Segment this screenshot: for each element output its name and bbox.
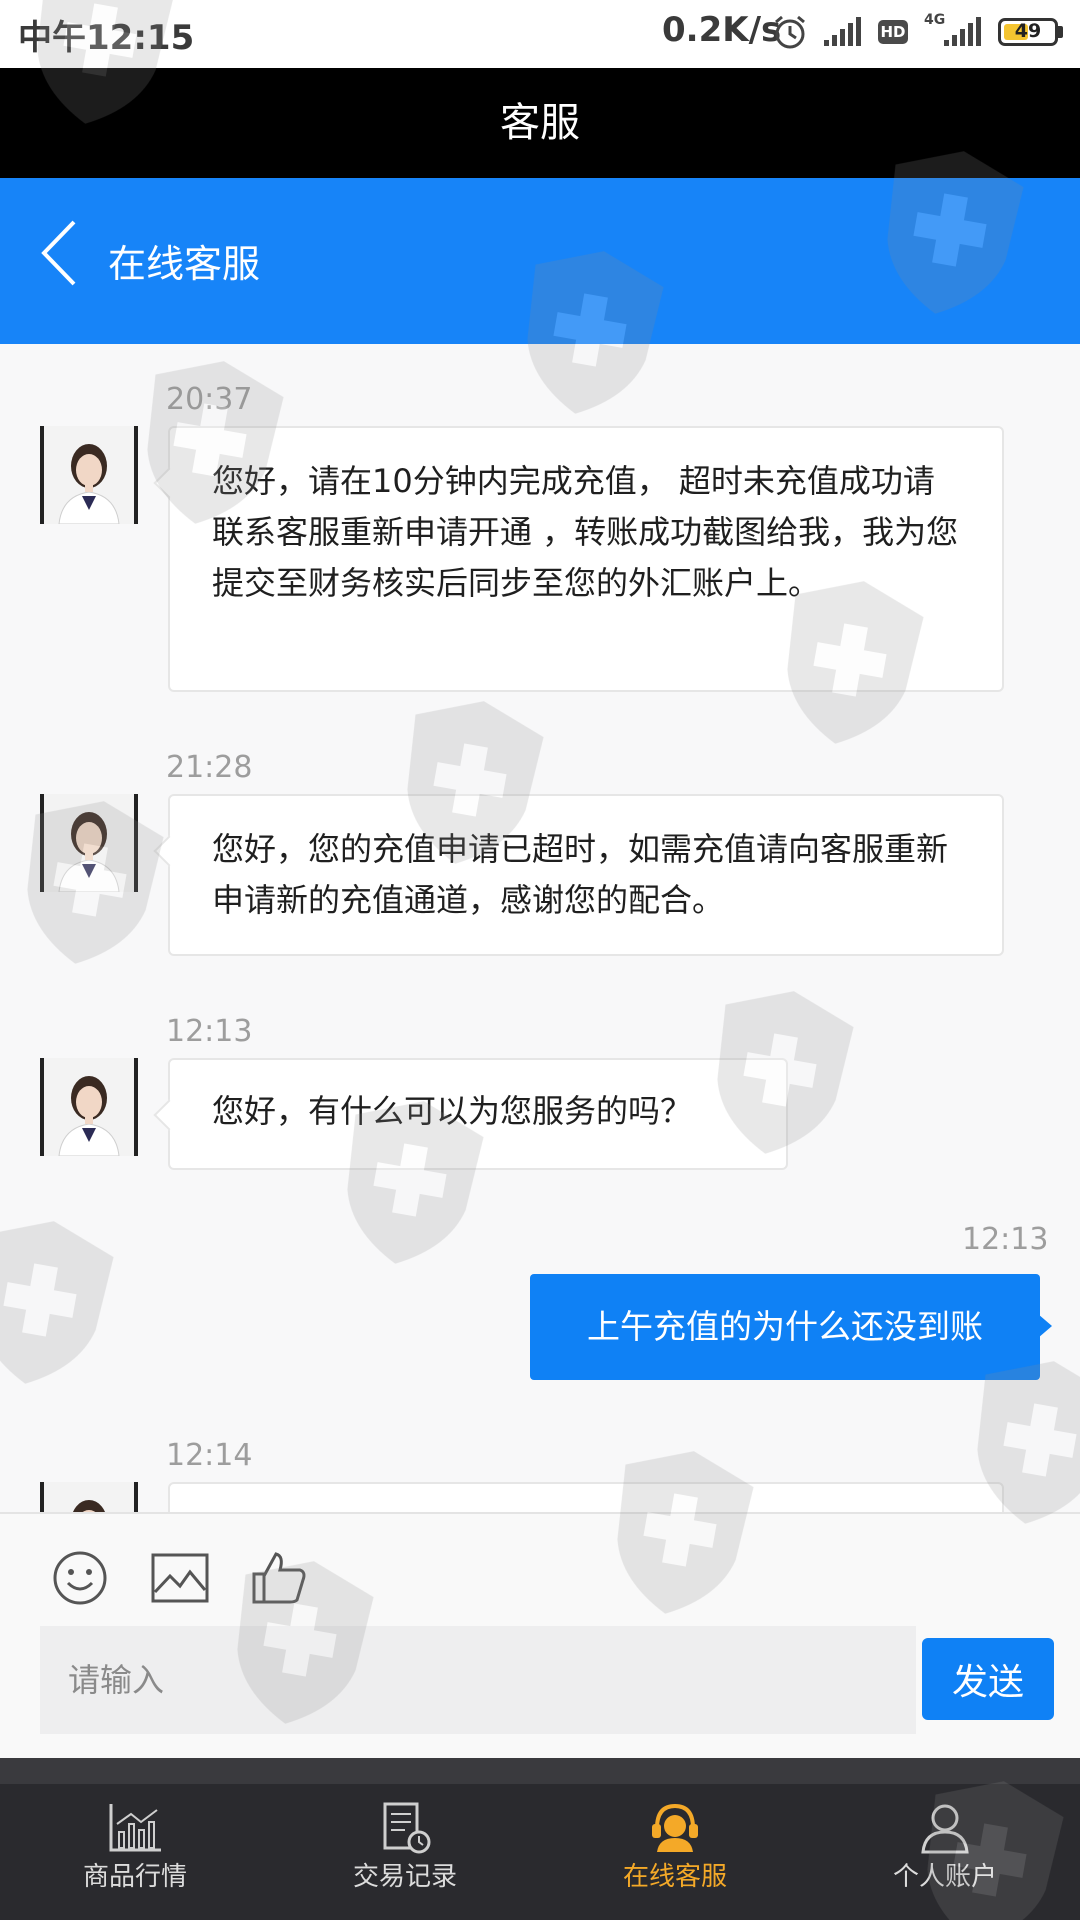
agent-avatar-image <box>44 794 134 892</box>
message-input[interactable] <box>40 1626 916 1734</box>
status-bar: 中午12:15 0.2K/s HD 4G 49 <box>0 0 1080 68</box>
message-bubble-incoming: 您好，有什么可以为您服务的吗？ <box>168 1058 788 1170</box>
message-text: 您好，有什么可以为您服务的吗？ <box>212 1092 693 1130</box>
message-bubble-outgoing: 上午充值的为什么还没到账 <box>530 1274 1052 1380</box>
signal-icon <box>824 17 861 46</box>
send-button[interactable]: 发送 <box>922 1638 1054 1720</box>
message-bubble-incoming: 您好，您的充值申请已超时，如需充值请向客服重新申请新的充值通道，感谢您的配合。 <box>168 794 1004 956</box>
agent-avatar-image <box>44 426 134 524</box>
alarm-icon <box>775 15 805 49</box>
customer-service-icon <box>652 1803 698 1852</box>
message-list[interactable]: 20:37 您好，请在10分钟内完成充值， 超时未充值成功请联系客服重新申请开通… <box>0 344 1080 1512</box>
message-bubble-incoming: 您好，请在10分钟内完成充值， 超时未充值成功请联系客服重新申请开通 ，转账成功… <box>168 426 1004 692</box>
nav-label: 个人账户 <box>892 1862 997 1892</box>
nav-label: 交易记录 <box>352 1862 457 1892</box>
message-bubble-incoming <box>168 1482 1004 1512</box>
input-area: 发送 <box>0 1512 1080 1758</box>
message-timestamp: 21:28 <box>166 750 253 785</box>
back-button[interactable] <box>38 218 98 298</box>
message-text: 上午充值的为什么还没到账 <box>587 1307 983 1346</box>
agent-avatar-image <box>44 1482 134 1512</box>
nav-item-account[interactable]: 个人账户 <box>810 1784 1080 1920</box>
nav-item-records[interactable]: 交易记录 <box>270 1784 540 1920</box>
message-timestamp: 12:14 <box>166 1438 253 1473</box>
agent-avatar <box>40 794 138 892</box>
image-icon[interactable] <box>150 1550 210 1606</box>
hd-badge: HD <box>878 20 908 44</box>
chevron-left-icon <box>41 220 76 286</box>
battery-level: 49 <box>1014 20 1042 42</box>
emoji-icon[interactable] <box>52 1550 108 1606</box>
app-title-bar: 客服 <box>0 68 1080 178</box>
message-text: 您好，请在10分钟内完成充值， 超时未充值成功请联系客服重新申请开通 ，转账成功… <box>212 462 959 602</box>
battery-icon: 49 <box>998 18 1058 46</box>
battery-tip <box>1058 26 1063 38</box>
nav-item-market[interactable]: 商品行情 <box>0 1784 270 1920</box>
nav-divider <box>0 1758 1080 1784</box>
message-timestamp: 12:13 <box>166 1014 253 1049</box>
app-title: 客服 <box>500 100 580 146</box>
page-title: 在线客服 <box>108 242 261 286</box>
network-speed: 0.2K/s <box>662 10 782 50</box>
message-text: 您好，您的充值申请已超时，如需充值请向客服重新申请新的充值通道，感谢您的配合。 <box>212 830 949 919</box>
agent-avatar <box>40 1482 138 1512</box>
message-timestamp: 20:37 <box>166 382 253 417</box>
chart-icon <box>109 1804 161 1852</box>
agent-avatar-image <box>44 1058 134 1156</box>
nav-item-customer-service[interactable]: 在线客服 <box>540 1784 810 1920</box>
records-icon <box>383 1802 431 1854</box>
bottom-nav: 商品行情 交易记录 在线客服 个人账户 <box>0 1784 1080 1920</box>
signal-icon <box>944 17 981 46</box>
nav-label: 在线客服 <box>622 1862 727 1892</box>
status-time: 中午12:15 <box>18 18 195 58</box>
message-timestamp: 12:13 <box>962 1222 1049 1257</box>
user-icon <box>921 1804 969 1854</box>
agent-avatar <box>40 1058 138 1156</box>
nav-label: 商品行情 <box>82 1862 187 1892</box>
chat-header: 在线客服 <box>0 178 1080 344</box>
thumbs-up-icon[interactable] <box>250 1550 308 1606</box>
agent-avatar <box>40 426 138 524</box>
